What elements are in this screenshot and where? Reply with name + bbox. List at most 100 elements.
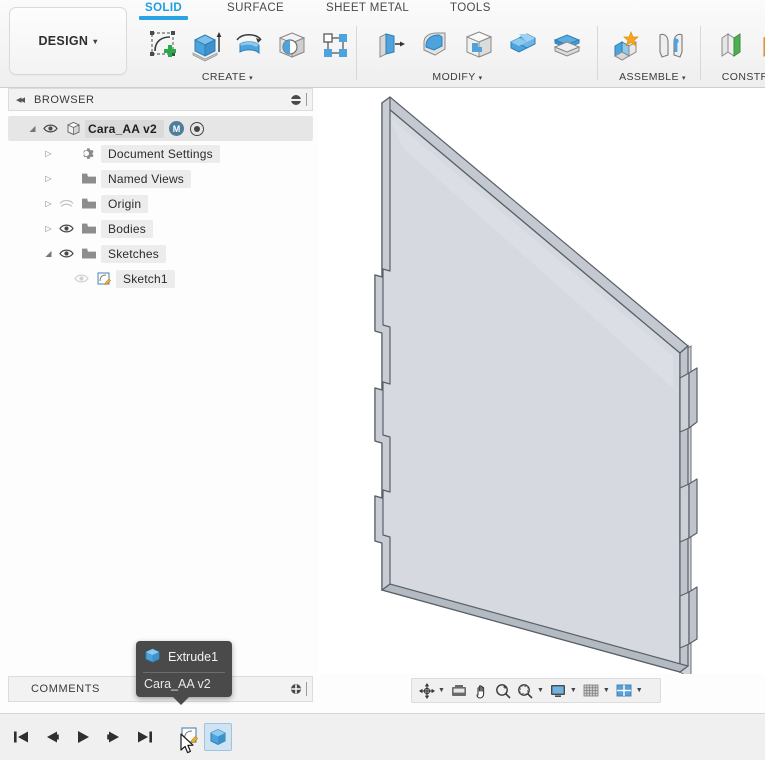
split-face-icon[interactable] — [547, 24, 587, 66]
expand-arrow-icon[interactable]: ◢ — [42, 249, 55, 258]
tab-tools[interactable]: TOOLS — [450, 2, 491, 14]
plane-at-angle-icon[interactable] — [757, 24, 765, 66]
tree-item-named-views[interactable]: ▷ Named Views — [8, 166, 313, 191]
display-settings-icon[interactable] — [548, 680, 569, 701]
ribbon-separator — [597, 26, 598, 80]
tree-item-cara-aa-v2[interactable]: ◢ Cara_AA v2 M — [8, 116, 313, 141]
tree-item-label: Sketches — [101, 244, 166, 263]
plate-front-face — [374, 102, 681, 673]
expand-arrow-icon[interactable]: ▷ — [42, 174, 55, 183]
ribbon-separator — [700, 26, 701, 80]
tab-active-underline — [139, 16, 189, 20]
tree-item-sketches[interactable]: ◢ Sketches — [8, 241, 313, 266]
tree-item-sketch1[interactable]: Sketch1 — [8, 266, 313, 291]
go-to-end-icon[interactable] — [134, 726, 156, 748]
mouse-cursor — [180, 733, 195, 760]
expand-arrow-icon[interactable]: ▷ — [42, 149, 55, 158]
step-back-icon[interactable] — [41, 726, 63, 748]
combine-icon[interactable] — [503, 24, 543, 66]
tree-item-origin[interactable]: ▷ Origin — [8, 191, 313, 216]
timeline-feature-extrude1[interactable] — [204, 723, 232, 751]
tab-surface[interactable]: SURFACE — [227, 2, 284, 14]
visibility-eye-dim-icon[interactable] — [70, 273, 92, 284]
sweep-icon[interactable] — [273, 24, 312, 66]
tree-item-label: Origin — [101, 194, 149, 213]
tooltip-title: Extrude1 — [168, 650, 219, 664]
chevron-down-icon[interactable]: ▼ — [603, 687, 610, 694]
joint-icon[interactable] — [651, 24, 691, 66]
tree-item-label: Bodies — [101, 219, 153, 238]
panel-resize-handle[interactable] — [306, 93, 307, 106]
comments-dock-controls[interactable] — [290, 682, 307, 696]
chevron-down-icon: ▾ — [93, 36, 98, 46]
activate-component-radio[interactable] — [189, 121, 204, 136]
tree-item-bodies[interactable]: ▷ Bodies — [8, 216, 313, 241]
step-forward-icon[interactable] — [103, 726, 125, 748]
browser-tree: ◢ Cara_AA v2 M ▷ Document Settings ▷ Nam… — [8, 116, 313, 291]
orbit-icon[interactable] — [416, 680, 437, 701]
revolve-icon[interactable] — [229, 24, 268, 66]
visibility-eye-icon[interactable] — [55, 223, 77, 234]
tooltip-subtitle: Cara_AA v2 — [144, 677, 211, 691]
ribbon-separator — [356, 26, 357, 80]
tab-sheet-metal-label: SHEET METAL — [326, 2, 410, 14]
ribbon-group-create-label[interactable]: CREATE ▾ — [145, 71, 310, 83]
ribbon-group-assemble-label[interactable]: ASSEMBLE ▾ — [605, 71, 700, 83]
ribbon-group-assemble: ASSEMBLE ▾ — [602, 22, 702, 88]
visibility-eye-icon[interactable] — [55, 248, 77, 259]
grid-snaps-icon[interactable] — [581, 680, 602, 701]
tree-item-label: Cara_AA v2 — [85, 119, 164, 138]
collapse-panel-icon[interactable]: ◂◂ — [16, 93, 25, 106]
offset-plane-icon[interactable] — [713, 24, 753, 66]
chevron-down-icon: ▾ — [478, 75, 483, 82]
play-icon[interactable] — [72, 726, 94, 748]
chevron-down-icon[interactable]: ▼ — [636, 687, 643, 694]
tree-item-label: Named Views — [101, 169, 192, 188]
visibility-eye-icon[interactable] — [39, 123, 61, 134]
fillet-icon[interactable] — [415, 24, 455, 66]
tab-solid[interactable]: SOLID — [139, 2, 189, 20]
component-icon — [61, 121, 85, 136]
browser-title: BROWSER — [34, 93, 95, 106]
design-button-label: DESIGN — [38, 34, 89, 48]
shell-icon[interactable] — [459, 24, 499, 66]
chevron-down-icon[interactable]: ▼ — [570, 687, 577, 694]
comments-title: COMMENTS — [31, 683, 100, 695]
tab-sheet-metal[interactable]: SHEET METAL — [326, 2, 409, 14]
tree-item-document-settings[interactable]: ▷ Document Settings — [8, 141, 313, 166]
zoom-window-icon[interactable] — [515, 680, 536, 701]
new-component-icon[interactable] — [607, 24, 647, 66]
view-navigation-bar: ▼ ▼ ▼ ▼ ▼ — [411, 678, 661, 703]
dock-plus-icon[interactable] — [290, 683, 302, 695]
gear-icon — [77, 146, 101, 161]
extrude-icon[interactable] — [186, 24, 225, 66]
ribbon-group-modify-label[interactable]: MODIFY ▾ — [370, 71, 545, 83]
look-at-icon[interactable] — [449, 680, 470, 701]
dock-circle-icon[interactable] — [290, 94, 302, 106]
panel-resize-handle[interactable] — [306, 682, 307, 696]
browser-dock-controls[interactable] — [290, 93, 307, 106]
chevron-down-icon[interactable]: ▼ — [537, 687, 544, 694]
pattern-icon[interactable] — [316, 24, 355, 66]
visibility-eye-hidden-icon[interactable] — [55, 198, 77, 209]
expand-arrow-icon[interactable]: ▷ — [42, 199, 55, 208]
plate-right-notches — [679, 367, 698, 649]
timeline-bar — [0, 713, 765, 760]
create-sketch-icon[interactable] — [143, 24, 182, 66]
viewports-icon[interactable] — [614, 680, 635, 701]
design-workspace-button[interactable]: DESIGN ▾ — [9, 7, 127, 75]
pan-icon[interactable] — [471, 680, 492, 701]
expand-arrow-icon[interactable]: ◢ — [26, 124, 39, 133]
material-badge[interactable]: M — [168, 121, 184, 136]
ribbon-group-modify: MODIFY ▾ — [362, 22, 602, 88]
chevron-down-icon: ▾ — [249, 75, 254, 82]
go-to-beginning-icon[interactable] — [10, 726, 32, 748]
expand-arrow-icon[interactable]: ▷ — [42, 224, 55, 233]
zoom-icon[interactable] — [493, 680, 514, 701]
canvas-3d-viewport[interactable] — [318, 88, 765, 680]
ribbon-group-construct-label[interactable]: CONSTRUCT▾ — [705, 71, 765, 83]
chevron-down-icon[interactable]: ▼ — [438, 687, 445, 694]
extrude-feature-icon — [144, 647, 161, 667]
timeline-playback-controls — [10, 726, 156, 748]
press-pull-icon[interactable] — [371, 24, 411, 66]
